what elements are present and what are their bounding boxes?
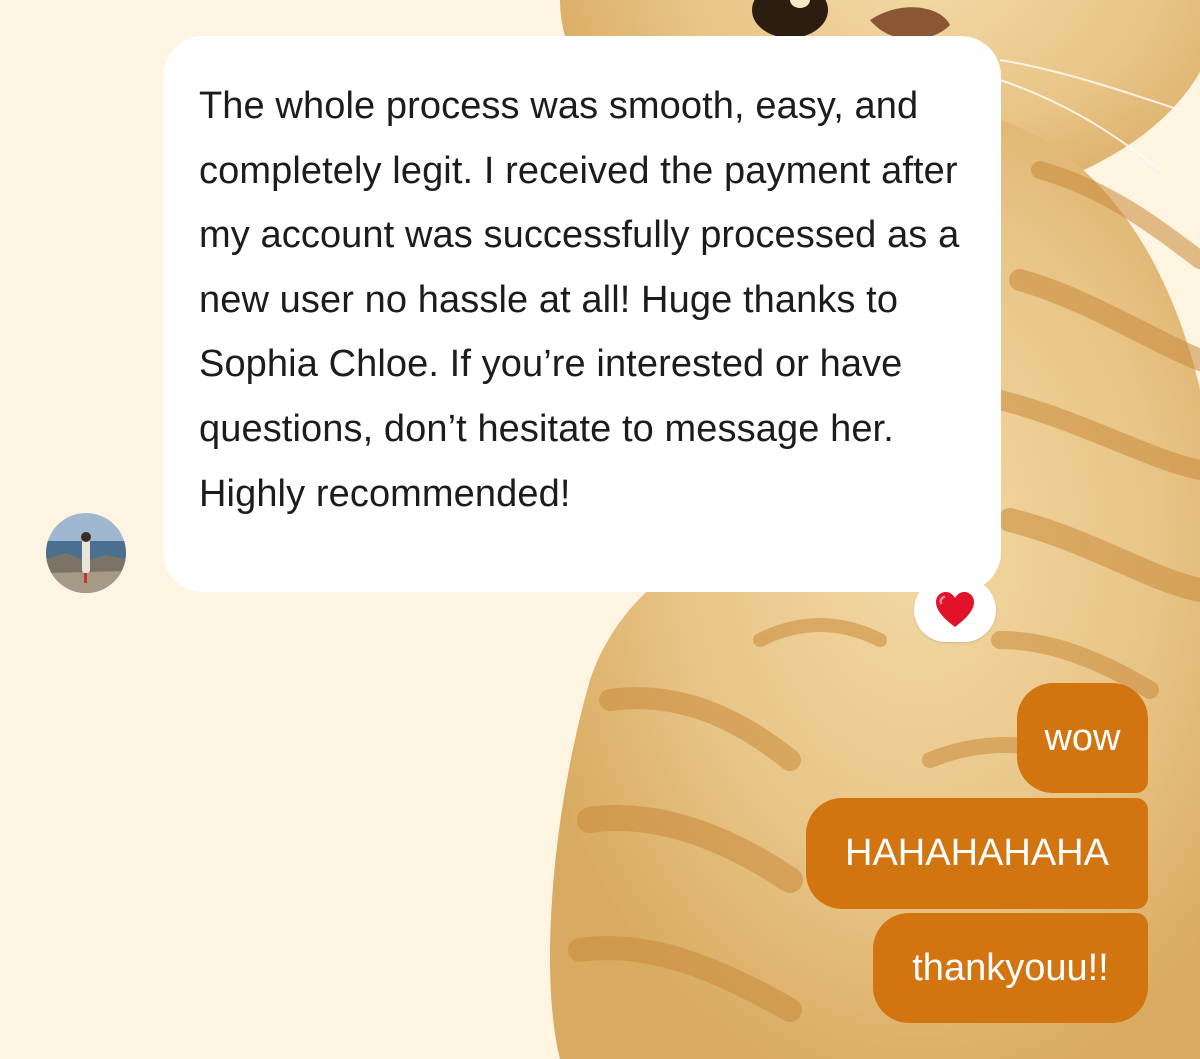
outgoing-message-bubble[interactable]: HAHAHAHAHA xyxy=(806,798,1148,909)
incoming-message-text: The whole process was smooth, easy, and … xyxy=(199,85,960,515)
incoming-message-bubble[interactable]: The whole process was smooth, easy, and … xyxy=(163,36,1001,592)
outgoing-message-bubble[interactable]: wow xyxy=(1017,683,1148,793)
outgoing-message-text: HAHAHAHAHA xyxy=(845,832,1109,874)
outgoing-message-text: thankyouu!! xyxy=(912,946,1109,989)
message-reaction[interactable] xyxy=(914,578,996,642)
profile-photo-avatar xyxy=(46,513,126,593)
outgoing-message-text: wow xyxy=(1044,716,1121,759)
sender-avatar[interactable] xyxy=(46,513,126,593)
red-heart-icon xyxy=(936,592,974,627)
outgoing-message-bubble[interactable]: thankyouu!! xyxy=(873,913,1148,1023)
